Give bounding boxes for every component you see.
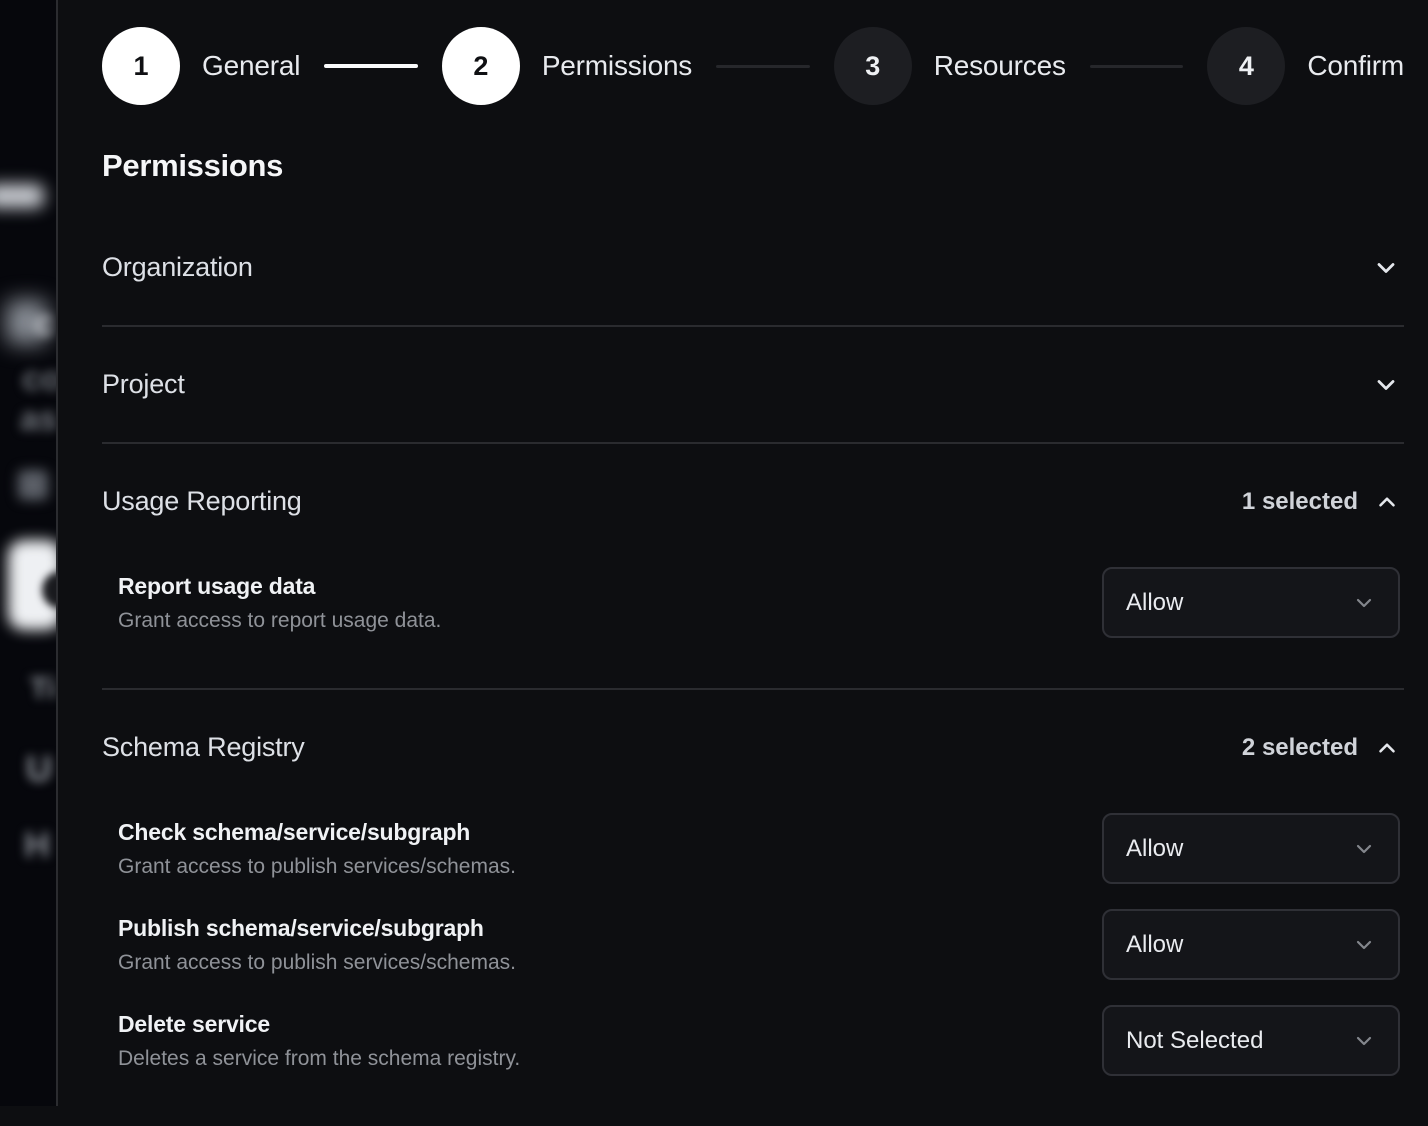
step-label: Permissions [542,50,692,82]
sidebar-blurred-icon [18,470,48,500]
sidebar-blurred-text: Ti [30,672,56,706]
permission-description: Grant access to publish services/schemas… [118,855,516,879]
permission-row-report-usage-data: Report usage data Grant access to report… [118,567,1400,638]
permission-sections: Organization Project Usage Rep [102,210,1404,1126]
select-value: Allow [1126,931,1183,959]
wizard-stepper: 1 General 2 Permissions 3 Resources 4 Co… [102,27,1404,105]
chevron-down-icon [1352,933,1376,957]
permission-select-report-usage-data[interactable]: Allow [1102,567,1400,638]
permission-select-delete-service[interactable]: Not Selected [1102,1005,1400,1076]
step-number-badge: 3 [834,27,912,105]
create-key-wizard-panel: 1 General 2 Permissions 3 Resources 4 Co… [56,0,1428,1106]
permission-description: Deletes a service from the schema regist… [118,1047,520,1071]
select-value: Not Selected [1126,1027,1263,1055]
permission-title: Check schema/service/subgraph [118,819,516,846]
chevron-up-icon [1374,489,1400,515]
step-number-badge: 2 [442,27,520,105]
page-title: Permissions [102,148,1404,184]
step-general[interactable]: 1 General [102,27,300,105]
step-resources[interactable]: 3 Resources [834,27,1066,105]
section-usage-reporting: Usage Reporting 1 selected Report usage … [102,444,1404,690]
step-label: Resources [934,50,1066,82]
sidebar-blurred-text: co [22,360,56,399]
permission-list: Report usage data Grant access to report… [102,559,1404,688]
step-label: General [202,50,300,82]
section-project: Project [102,327,1404,444]
section-title: Organization [102,252,253,283]
section-header-schema-registry[interactable]: Schema Registry 2 selected [102,690,1404,805]
permission-row-check-schema: Check schema/service/subgraph Grant acce… [118,813,1400,884]
sidebar-blurred-text: as [20,400,56,439]
sidebar-blurred-text: H [24,824,50,866]
permission-description: Grant access to publish services/schemas… [118,951,516,975]
chevron-down-icon [1372,371,1400,399]
selected-count-badge: 1 selected [1242,488,1358,516]
chevron-down-icon [1372,254,1400,282]
permission-title: Publish schema/service/subgraph [118,915,516,942]
stepper-connector [716,65,810,68]
select-value: Allow [1126,589,1183,617]
permission-row-publish-schema: Publish schema/service/subgraph Grant ac… [118,909,1400,980]
step-number-badge: 1 [102,27,180,105]
chevron-down-icon [1352,591,1376,615]
section-title: Schema Registry [102,732,305,763]
chevron-down-icon [1352,1029,1376,1053]
section-title: Project [102,369,185,400]
chevron-down-icon [1352,837,1376,861]
sidebar-blurred-pill [0,184,44,208]
section-title: Usage Reporting [102,486,302,517]
permission-select-check-schema[interactable]: Allow [1102,813,1400,884]
step-number-badge: 4 [1207,27,1285,105]
permission-title: Report usage data [118,573,441,600]
section-organization: Organization [102,210,1404,327]
app-window: c co as Ti U H 1 General 2 Permissions 3… [0,0,1428,1106]
permission-select-publish-schema[interactable]: Allow [1102,909,1400,980]
selected-count-badge: 2 selected [1242,734,1358,762]
sidebar-blurred-text: U [26,748,52,790]
section-header-project[interactable]: Project [102,327,1404,442]
stepper-connector [1090,65,1184,68]
section-header-usage-reporting[interactable]: Usage Reporting 1 selected [102,444,1404,559]
permission-row-delete-service: Delete service Deletes a service from th… [118,1005,1400,1076]
section-header-organization[interactable]: Organization [102,210,1404,325]
permission-description: Grant access to report usage data. [118,609,441,633]
step-confirm[interactable]: 4 Confirm [1207,27,1404,105]
section-schema-registry: Schema Registry 2 selected Check schema/… [102,690,1404,1126]
step-permissions[interactable]: 2 Permissions [442,27,692,105]
sidebar-blurred-text: c [34,302,54,344]
permission-title: Delete service [118,1011,520,1038]
select-value: Allow [1126,835,1183,863]
background-sidebar: c co as Ti U H [0,0,56,1106]
stepper-connector [324,64,418,68]
chevron-up-icon [1374,735,1400,761]
step-label: Confirm [1307,50,1404,82]
permission-list: Check schema/service/subgraph Grant acce… [102,805,1404,1126]
